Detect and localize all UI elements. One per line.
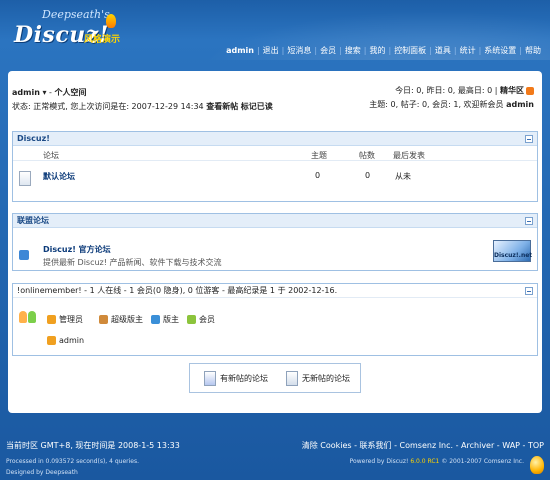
- stats2-text: 主题: 0, 帖子: 0, 会员: 1, 欢迎新会员: [369, 100, 504, 109]
- forum-row[interactable]: 默认论坛 0 0 从未: [13, 162, 537, 190]
- user-info: admin ▾ - 个人空间 状态: 正常模式, 您上次访问是在: 2007-1…: [12, 85, 538, 125]
- forum-legend: 有新帖的论坛 无新帖的论坛: [189, 363, 361, 393]
- nav-settings[interactable]: 系统设置: [481, 45, 519, 56]
- home-icon: [19, 250, 29, 260]
- user-name[interactable]: admin: [12, 88, 40, 97]
- rss-icon[interactable]: [526, 86, 534, 95]
- user-line: admin ▾ - 个人空间: [12, 88, 87, 97]
- nav-control-panel[interactable]: 控制面板: [391, 45, 429, 56]
- group-admin: 管理员: [47, 314, 83, 325]
- link-name[interactable]: Discuz! 官方论坛: [43, 244, 111, 255]
- admin-group-icon: [47, 315, 56, 324]
- stats-line-2: 主题: 0, 帖子: 0, 会员: 1, 欢迎新会员 admin: [369, 99, 534, 110]
- group-mod: 版主: [151, 314, 179, 325]
- forum-posts: 0: [365, 171, 371, 180]
- online-title: !onlinemember! - 1 人在线 - 1 会员(0 隐身), 0 位…: [17, 286, 338, 295]
- stats-text: 今日: 0, 昨日: 0, 最高日: 0: [395, 86, 493, 95]
- group-member-label: 会员: [199, 315, 215, 324]
- online-user[interactable]: admin: [47, 336, 84, 345]
- nav-help[interactable]: 帮助: [522, 45, 544, 56]
- footer: 当前时区 GMT+8, 现在时间是 2008-1-5 13:33 清除 Cook…: [0, 436, 550, 480]
- nav-my[interactable]: 我的: [366, 45, 388, 56]
- header: Deepseath's Discuz! 风格演示 admin | 退出 | 短消息 |…: [0, 0, 550, 60]
- nav-props[interactable]: 道具: [432, 45, 454, 56]
- footer-powered: Powered by Discuz! 6.0.0 RC1 © 2001-2007…: [350, 458, 524, 465]
- bulb-icon: [530, 456, 544, 474]
- legend-none-label: 无新帖的论坛: [302, 374, 350, 383]
- forum-name[interactable]: 默认论坛: [43, 171, 75, 182]
- online-box: !onlinemember! - 1 人在线 - 1 会员(0 隐身), 0 位…: [12, 283, 538, 356]
- collapse-icon[interactable]: [525, 135, 533, 143]
- link-desc: 提供最新 Discuz! 产品新闻、软件下载与技术交流: [43, 258, 222, 267]
- chevron-down-icon[interactable]: ▾: [42, 88, 46, 97]
- group-admin-label: 管理员: [59, 315, 83, 324]
- footer-designed: Designed by Deepseath: [6, 469, 78, 476]
- logo-sub: 风格演示: [84, 35, 121, 45]
- group-super-mod-label: 超级版主: [111, 315, 143, 324]
- powered-by[interactable]: Powered by Discuz!: [350, 458, 409, 465]
- category-box: Discuz! 论坛 主题 帖数 最后发表 默认论坛 0 0 从未: [12, 131, 538, 202]
- status-text: 状态: 正常模式, 您上次访问是在: 2007-12-29 14:34: [12, 102, 204, 111]
- footer-links[interactable]: 清除 Cookies - 联系我们 - Comsenz Inc. - Archi…: [302, 440, 544, 451]
- legend-new: 有新帖的论坛: [204, 371, 268, 386]
- stats-line: 今日: 0, 昨日: 0, 最高日: 0 | 精华区: [395, 85, 534, 96]
- col-topics: 主题: [311, 151, 327, 160]
- nav-members[interactable]: 会员: [317, 45, 339, 56]
- online-users-icon: [19, 309, 37, 325]
- links-header: 联盟论坛: [13, 214, 537, 228]
- logo-script: Deepseath's: [42, 8, 110, 21]
- super-mod-group-icon: [99, 315, 108, 324]
- version: 6.0.0 RC1: [410, 458, 440, 465]
- mod-group-icon: [151, 315, 160, 324]
- group-super-mod: 超级版主: [99, 314, 143, 325]
- view-new-link[interactable]: 查看新帖: [206, 102, 238, 111]
- collapse-icon[interactable]: [525, 287, 533, 295]
- col-forum: 论坛: [43, 151, 59, 160]
- new-member-link[interactable]: admin: [506, 100, 534, 109]
- nav-search[interactable]: 搜索: [342, 45, 364, 56]
- footer-time: 当前时区 GMT+8, 现在时间是 2008-1-5 13:33: [6, 441, 180, 450]
- member-group-icon: [187, 315, 196, 324]
- top-nav: admin | 退出 | 短消息 | 会员 | 搜索 | 我的 | 控制面板 | 道具 | 统计…: [223, 45, 544, 56]
- admin-user-icon: [47, 336, 56, 345]
- links-box: 联盟论坛 Discuz! 官方论坛 提供最新 Discuz! 产品新闻、软件下载…: [12, 213, 538, 271]
- forum-status-icon: [19, 171, 31, 186]
- group-member: 会员: [187, 314, 215, 325]
- category-title[interactable]: Discuz!: [17, 134, 50, 143]
- links-title: 联盟论坛: [17, 216, 49, 225]
- logo-flame-icon: [106, 14, 116, 28]
- online-user-name[interactable]: admin: [59, 336, 84, 345]
- nav-logout[interactable]: 退出: [260, 45, 282, 56]
- forum-topics: 0: [315, 171, 321, 180]
- legend-none: 无新帖的论坛: [286, 371, 350, 386]
- no-new-posts-icon: [286, 371, 298, 386]
- new-posts-icon: [204, 371, 216, 386]
- col-posts: 帖数: [359, 151, 375, 160]
- site-logo[interactable]: Deepseath's Discuz! 风格演示: [12, 6, 122, 48]
- legend-new-label: 有新帖的论坛: [220, 374, 268, 383]
- collapse-icon[interactable]: [525, 217, 533, 225]
- nav-stats[interactable]: 统计: [457, 45, 479, 56]
- footer-processed: Processed in 0.093572 second(s), 4 queri…: [6, 458, 139, 465]
- nav-messages[interactable]: 短消息: [284, 45, 314, 56]
- group-mod-label: 版主: [163, 315, 179, 324]
- digest-link[interactable]: 精华区: [500, 85, 524, 96]
- mark-read-link[interactable]: 标记已读: [241, 102, 273, 111]
- col-last: 最后发表: [393, 151, 425, 160]
- main-panel: admin ▾ - 个人空间 状态: 正常模式, 您上次访问是在: 2007-1…: [8, 71, 542, 413]
- category-header: Discuz!: [13, 132, 537, 146]
- nav-username[interactable]: admin: [223, 46, 257, 55]
- discuz-net-logo[interactable]: Discuz!.net: [493, 240, 532, 262]
- copyright: © 2001-2007 Comsenz Inc.: [441, 458, 524, 465]
- online-header: !onlinemember! - 1 人在线 - 1 会员(0 隐身), 0 位…: [13, 284, 537, 298]
- user-space-link[interactable]: 个人空间: [54, 88, 86, 97]
- forum-columns: 论坛 主题 帖数 最后发表: [13, 147, 537, 161]
- status-line: 状态: 正常模式, 您上次访问是在: 2007-12-29 14:34 查看新帖…: [12, 101, 273, 112]
- forum-last: 从未: [395, 172, 411, 181]
